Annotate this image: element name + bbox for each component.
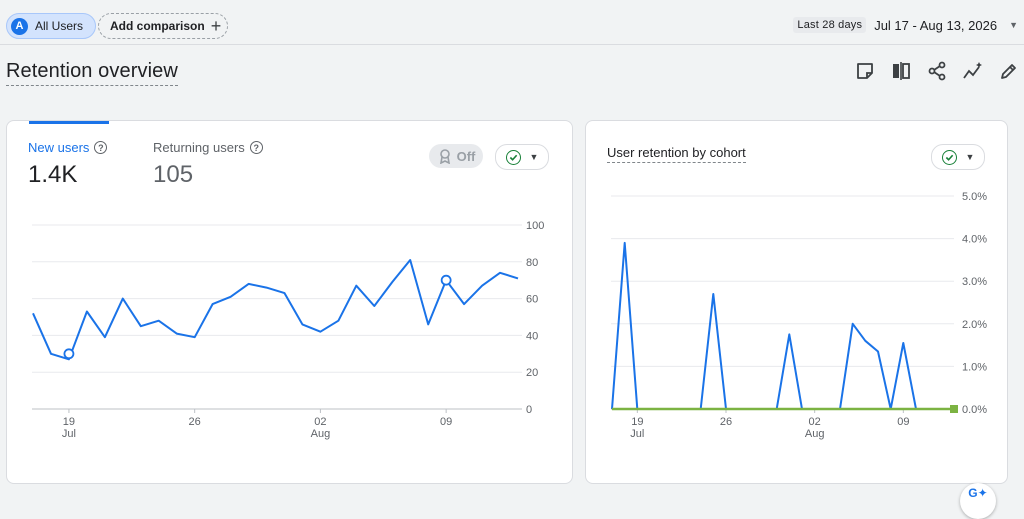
- x-tick-label: 19: [631, 416, 643, 428]
- assistant-fab-button[interactable]: G✦: [960, 483, 996, 519]
- y-tick-label: 3.0%: [962, 276, 987, 288]
- x-tick-label: 09: [897, 416, 909, 428]
- data-point-marker: [440, 274, 452, 286]
- y-tick-label: 80: [526, 257, 538, 269]
- insights-icon[interactable]: [962, 60, 984, 82]
- x-tick-label: 02: [809, 416, 821, 428]
- add-comparison-label: Add comparison: [110, 19, 205, 33]
- share-icon[interactable]: [926, 60, 948, 82]
- date-range-value: Jul 17 - Aug 13, 2026: [874, 17, 998, 33]
- compare-icon[interactable]: [890, 60, 912, 82]
- y-tick-label: 4.0%: [962, 234, 987, 246]
- y-tick-label: 100: [526, 220, 544, 232]
- page-title: Retention overview: [6, 60, 178, 86]
- y-tick-label: 0: [526, 404, 532, 416]
- segment-avatar: A: [11, 17, 28, 35]
- x-tick-label: 19: [63, 416, 75, 428]
- x-tick-label: 26: [189, 416, 201, 428]
- y-tick-label: 1.0%: [962, 361, 987, 373]
- x-tick-label: 26: [720, 416, 732, 428]
- x-tick-sublabel: Aug: [311, 428, 331, 440]
- edit-icon[interactable]: [998, 60, 1020, 82]
- series-line: [611, 241, 954, 410]
- chevron-down-icon: ▼: [1009, 20, 1018, 30]
- note-icon[interactable]: [854, 60, 876, 82]
- top-bar: A All Users Add comparison + Last 28 day…: [0, 0, 1024, 45]
- report-toolbar: [854, 60, 1020, 82]
- date-range-picker[interactable]: Last 28 days Jul 17 - Aug 13, 2026 ▼: [793, 17, 1018, 33]
- data-point-marker: [63, 348, 75, 360]
- x-tick-sublabel: Aug: [805, 428, 825, 440]
- x-tick-sublabel: Jul: [62, 428, 76, 440]
- series-end-marker: [950, 405, 958, 413]
- y-tick-label: 60: [526, 294, 538, 306]
- add-comparison-button[interactable]: Add comparison +: [98, 13, 229, 39]
- y-tick-label: 2.0%: [962, 319, 987, 331]
- y-tick-label: 5.0%: [962, 191, 987, 203]
- x-tick-label: 02: [314, 416, 326, 428]
- new-users-line-chart: 0 20 40 60 80 100 19Jul 26 02Aug 09: [32, 220, 544, 440]
- plus-icon: +: [210, 16, 222, 36]
- y-tick-label: 0.0%: [962, 404, 987, 416]
- y-tick-label: 20: [526, 367, 538, 379]
- segment-label: All Users: [35, 19, 84, 33]
- x-tick-label: 09: [440, 416, 452, 428]
- new-vs-returning-card: New users ? 1.4K Returning users ? 105 O…: [6, 120, 573, 484]
- y-tick-label: 40: [526, 330, 538, 342]
- date-preset-label: Last 28 days: [793, 17, 867, 33]
- retention-cohort-card: User retention by cohort ▼ 0.0% 1.0% 2.0% 3…: [585, 120, 1008, 484]
- segment-chip-all-users[interactable]: A All Users: [6, 13, 97, 39]
- user-retention-cohort-chart: 0.0% 1.0% 2.0% 3.0% 4.0% 5.0% 19Jul 26 02Aug 09: [611, 191, 987, 440]
- x-tick-sublabel: Jul: [630, 428, 644, 440]
